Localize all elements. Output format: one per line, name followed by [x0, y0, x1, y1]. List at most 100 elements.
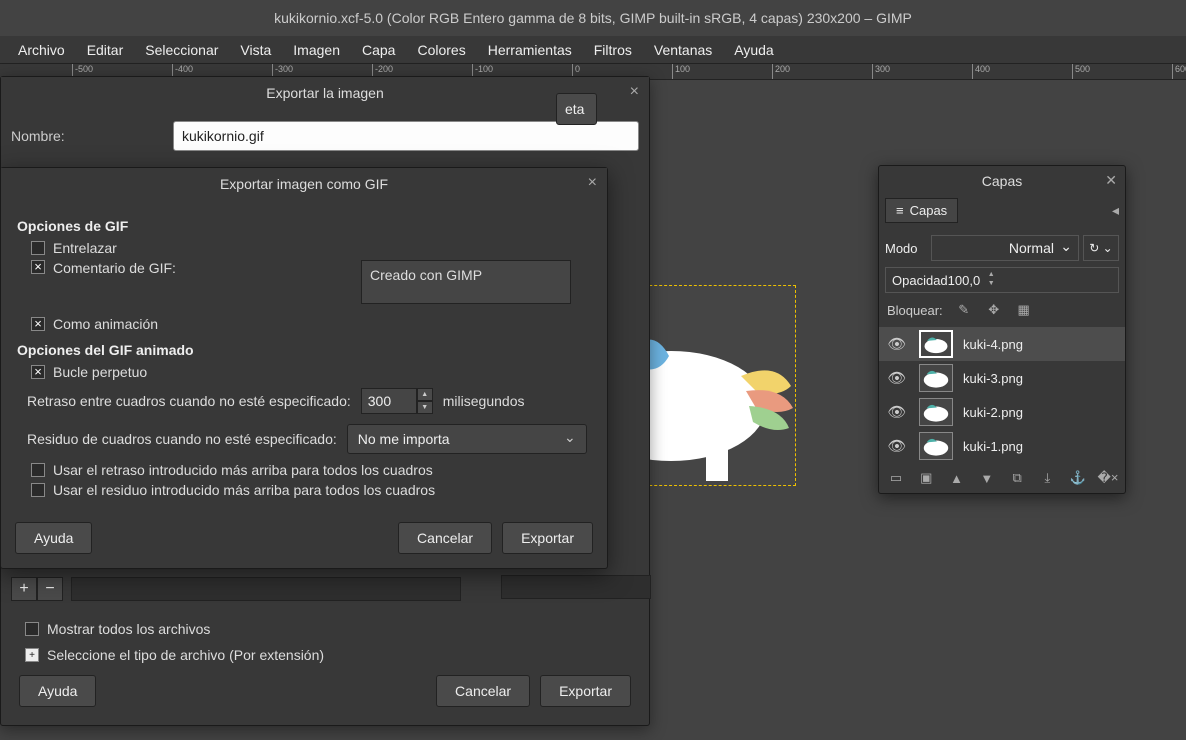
gif-cancel-button[interactable]: Cancelar: [398, 522, 492, 554]
show-all-files-checkbox[interactable]: [25, 622, 39, 636]
mode-link-button[interactable]: ↻ ⌄: [1083, 235, 1119, 261]
menu-ayuda[interactable]: Ayuda: [724, 38, 783, 62]
export-dialog-title: Exportar la imagen: [266, 85, 384, 101]
spinner-up-icon[interactable]: ▲: [417, 388, 433, 401]
show-all-files-label: Mostrar todos los archivos: [47, 621, 210, 637]
file-type-label: Seleccione el tipo de archivo (Por exten…: [47, 647, 324, 663]
lock-label: Bloquear:: [887, 303, 943, 318]
layer-item[interactable]: 👁 kuki-4.png: [879, 327, 1125, 361]
menu-colores[interactable]: Colores: [407, 38, 475, 62]
ruler-tick: 600: [1172, 64, 1186, 80]
lower-layer-icon[interactable]: ▼: [978, 469, 996, 487]
delete-layer-icon[interactable]: �×: [1099, 469, 1117, 487]
layer-list: 👁 kuki-4.png 👁 kuki-3.png 👁 kuki-2.png 👁…: [879, 327, 1125, 463]
layer-thumbnail[interactable]: [919, 330, 953, 358]
disposal-select[interactable]: No me importa: [347, 424, 587, 454]
visibility-icon[interactable]: 👁: [885, 437, 909, 455]
menu-seleccionar[interactable]: Seleccionar: [135, 38, 228, 62]
visibility-icon[interactable]: 👁: [885, 335, 909, 353]
ruler-tick: 100: [672, 64, 690, 80]
ruler-tick: 300: [872, 64, 890, 80]
new-layer-icon[interactable]: ▭: [887, 469, 905, 487]
comment-checkbox[interactable]: [31, 260, 45, 274]
anchor-layer-icon[interactable]: ⚓: [1069, 469, 1087, 487]
loop-label: Bucle perpetuo: [53, 364, 147, 380]
alpha-icon[interactable]: ▦: [1015, 301, 1033, 319]
new-group-icon[interactable]: ▣: [917, 469, 935, 487]
layer-thumbnail[interactable]: [919, 432, 953, 460]
close-icon[interactable]: ×: [630, 83, 639, 101]
layer-thumbnail[interactable]: [919, 364, 953, 392]
menu-editar[interactable]: Editar: [77, 38, 134, 62]
use-disposal-all-checkbox[interactable]: [31, 483, 45, 497]
duplicate-layer-icon[interactable]: ⧉: [1008, 469, 1026, 487]
raise-layer-icon[interactable]: ▲: [948, 469, 966, 487]
comment-label: Comentario de GIF:: [53, 260, 353, 276]
close-icon[interactable]: ✕: [1105, 172, 1117, 189]
gif-options-dialog: Exportar imagen como GIF × Opciones de G…: [0, 167, 608, 569]
folder-button-partial[interactable]: eta: [556, 93, 597, 125]
menu-capa[interactable]: Capa: [352, 38, 405, 62]
spinner-down-icon[interactable]: ▼: [417, 401, 433, 414]
menu-imagen[interactable]: Imagen: [283, 38, 350, 62]
layer-name[interactable]: kuki-3.png: [963, 371, 1023, 386]
visibility-icon[interactable]: 👁: [885, 403, 909, 421]
layer-name[interactable]: kuki-4.png: [963, 337, 1023, 352]
animated-gif-heading: Opciones del GIF animado: [17, 342, 591, 358]
move-icon[interactable]: ✥: [985, 301, 1003, 319]
interlace-checkbox[interactable]: [31, 241, 45, 255]
layers-tab[interactable]: ≡ Capas: [885, 198, 958, 223]
layer-name[interactable]: kuki-1.png: [963, 439, 1023, 454]
menu-vista[interactable]: Vista: [230, 38, 281, 62]
use-delay-all-checkbox[interactable]: [31, 463, 45, 477]
menu-herramientas[interactable]: Herramientas: [478, 38, 582, 62]
filename-input[interactable]: [173, 121, 639, 151]
layers-panel-title: Capas: [982, 173, 1022, 189]
tab-menu-icon[interactable]: ◂: [1112, 202, 1119, 219]
spinner-up-icon[interactable]: ▲: [984, 271, 998, 280]
close-icon[interactable]: ×: [588, 174, 597, 192]
layers-panel-header: Capas ✕: [879, 166, 1125, 196]
export-dialog-header: Exportar la imagen ×: [1, 77, 649, 109]
path-box[interactable]: [71, 577, 461, 601]
name-label: Nombre:: [11, 128, 161, 144]
help-button[interactable]: Ayuda: [19, 675, 96, 707]
layer-item[interactable]: 👁 kuki-1.png: [879, 429, 1125, 463]
visibility-icon[interactable]: 👁: [885, 369, 909, 387]
layer-name[interactable]: kuki-2.png: [963, 405, 1023, 420]
brush-icon[interactable]: ✎: [955, 301, 973, 319]
file-type-expander[interactable]: +: [25, 648, 39, 662]
comment-textarea[interactable]: Creado con GIMP: [361, 260, 571, 304]
menu-archivo[interactable]: Archivo: [8, 38, 75, 62]
animation-checkbox[interactable]: [31, 317, 45, 331]
layer-toolbar: ▭ ▣ ▲ ▼ ⧉ ⤓ ⚓ �×: [879, 463, 1125, 493]
menu-ventanas[interactable]: Ventanas: [644, 38, 722, 62]
mode-label: Modo: [885, 241, 927, 256]
opacity-value: 100,0: [948, 273, 981, 288]
layer-item[interactable]: 👁 kuki-3.png: [879, 361, 1125, 395]
ruler-tick: 500: [1072, 64, 1090, 80]
cancel-button[interactable]: Cancelar: [436, 675, 530, 707]
gif-export-button[interactable]: Exportar: [502, 522, 593, 554]
merge-down-icon[interactable]: ⤓: [1038, 469, 1056, 487]
layer-thumbnail[interactable]: [919, 398, 953, 426]
delay-spinner[interactable]: ▲ ▼: [361, 388, 433, 414]
opacity-slider[interactable]: Opacidad 100,0 ▲▼: [885, 267, 1119, 293]
use-delay-all-label: Usar el retraso introducido más arriba p…: [53, 462, 433, 478]
mode-select[interactable]: Normal: [931, 235, 1079, 261]
animation-label: Como animación: [53, 316, 158, 332]
use-disposal-all-label: Usar el residuo introducido más arriba p…: [53, 482, 435, 498]
disposal-label: Residuo de cuadros cuando no esté especi…: [27, 431, 337, 447]
menubar: Archivo Editar Seleccionar Vista Imagen …: [0, 36, 1186, 64]
spinner-down-icon[interactable]: ▼: [984, 280, 998, 289]
export-button[interactable]: Exportar: [540, 675, 631, 707]
gif-help-button[interactable]: Ayuda: [15, 522, 92, 554]
delay-input[interactable]: [361, 388, 417, 414]
add-bookmark-button[interactable]: +: [11, 577, 37, 601]
remove-bookmark-button[interactable]: −: [37, 577, 63, 601]
layer-item[interactable]: 👁 kuki-2.png: [879, 395, 1125, 429]
delay-label: Retraso entre cuadros cuando no esté esp…: [27, 393, 351, 409]
menu-filtros[interactable]: Filtros: [584, 38, 642, 62]
preview-panel: [501, 575, 651, 599]
loop-checkbox[interactable]: [31, 365, 45, 379]
